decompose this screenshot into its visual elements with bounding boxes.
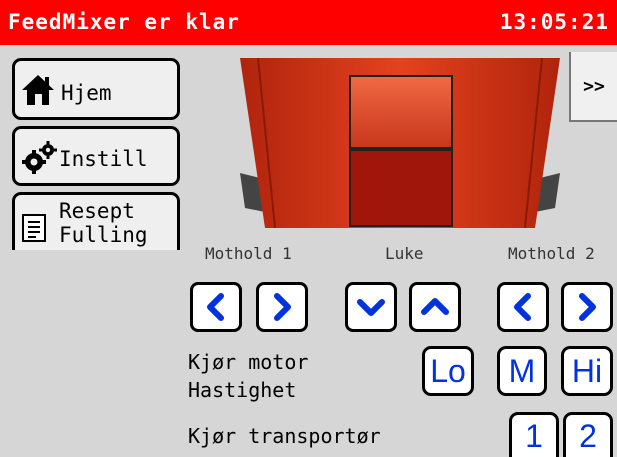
mothold2-label: Mothold 2 xyxy=(508,244,595,263)
chevron-left-icon xyxy=(207,293,224,321)
luke-up-button[interactable] xyxy=(409,282,461,332)
luke-down-button[interactable] xyxy=(345,282,397,332)
sidebar-item-recipe[interactable]: Resept Fulling xyxy=(12,192,180,250)
chevron-right-icon xyxy=(579,293,596,321)
mothold1-left-button[interactable] xyxy=(190,282,242,332)
speed-lo-button[interactable]: Lo xyxy=(422,346,474,396)
next-page-button[interactable]: >> xyxy=(569,52,617,122)
chevron-left-icon xyxy=(514,293,531,321)
recipe-icon xyxy=(21,213,49,248)
speed-hi-button[interactable]: Hi xyxy=(561,346,613,396)
status-title: FeedMixer er klar xyxy=(8,10,240,34)
status-bar: FeedMixer er klar 13:05:21 xyxy=(0,0,617,45)
mothold1-label: Mothold 1 xyxy=(205,244,292,263)
transport-2-button[interactable]: 2 xyxy=(563,412,613,457)
sidebar-item-label: Instill xyxy=(59,147,148,171)
transport-label: Kjør transportør xyxy=(188,424,381,448)
home-icon xyxy=(21,73,55,112)
chevron-right-icon xyxy=(274,293,291,321)
mothold1-right-button[interactable] xyxy=(256,282,308,332)
mothold2-left-button[interactable] xyxy=(497,282,549,332)
chevron-down-icon xyxy=(357,299,385,316)
sidebar-item-home[interactable]: Hjem xyxy=(12,58,180,120)
speed-label: Hastighet xyxy=(188,378,297,402)
speed-m-button[interactable]: M xyxy=(497,346,547,396)
mothold2-right-button[interactable] xyxy=(561,282,613,332)
sidebar-item-label: Hjem xyxy=(61,81,112,105)
sidebar-item-label: Resept Fulling xyxy=(59,199,148,247)
chevron-up-icon xyxy=(421,298,449,315)
gears-icon xyxy=(21,141,57,180)
luke-label: Luke xyxy=(385,244,424,263)
sidebar-item-settings[interactable]: Instill xyxy=(12,126,180,186)
clock: 13:05:21 xyxy=(499,10,609,34)
mixer-illustration xyxy=(230,57,570,229)
transport-1-button[interactable]: 1 xyxy=(509,412,559,457)
motor-label: Kjør motor xyxy=(188,350,309,374)
